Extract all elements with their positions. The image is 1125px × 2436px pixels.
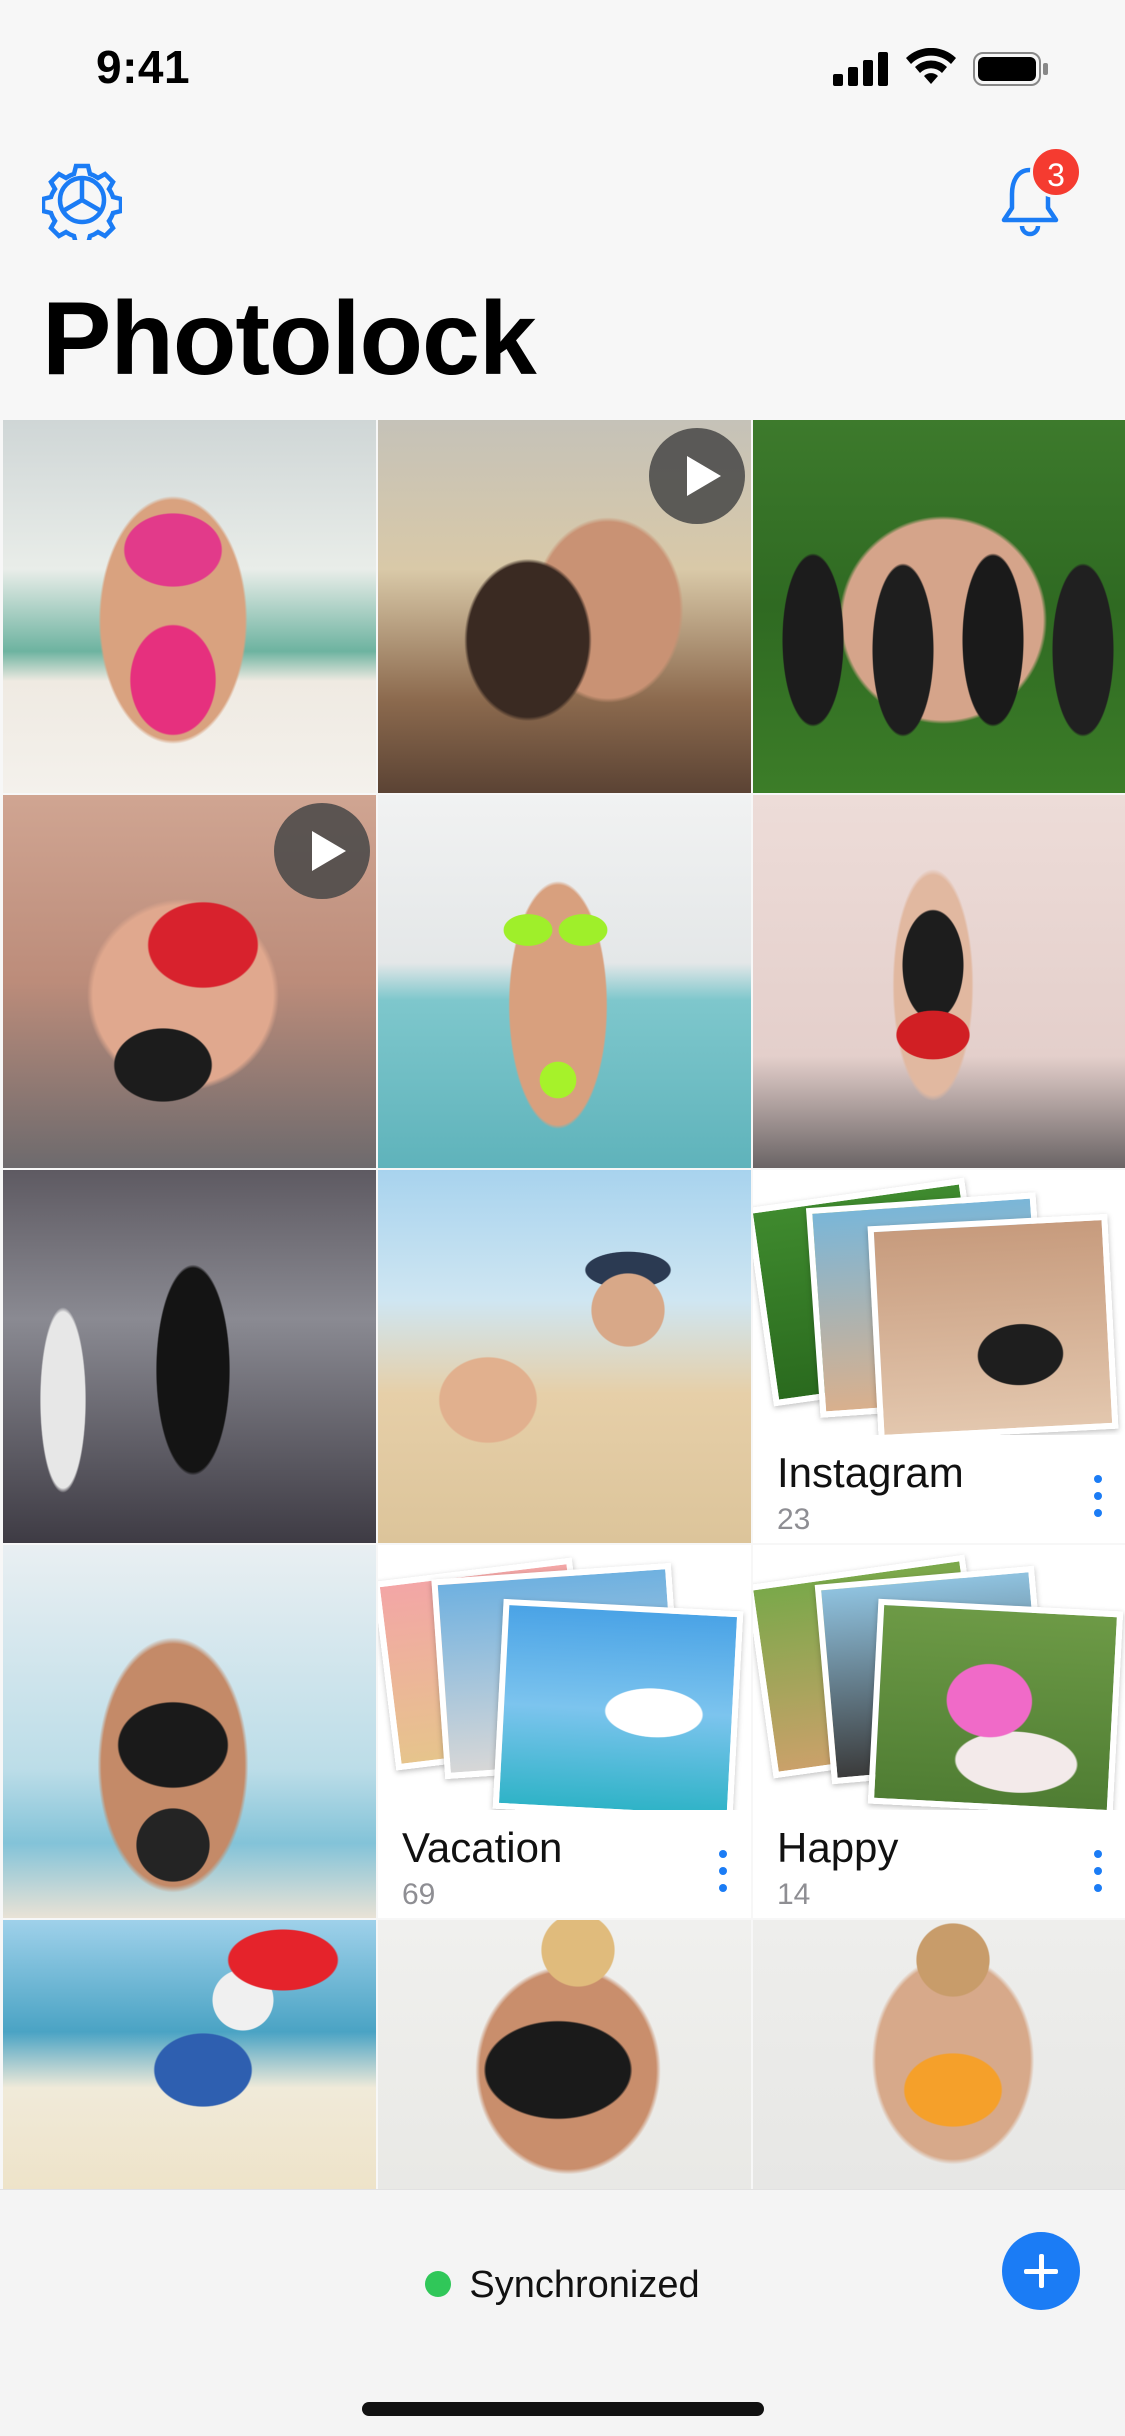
photo-woman-neon-bikini-pool bbox=[378, 795, 751, 1168]
album-cover-stack bbox=[378, 1545, 751, 1822]
notification-badge: 3 bbox=[1030, 146, 1082, 198]
album-cover-stack bbox=[753, 1170, 1125, 1442]
album-count: 23 bbox=[777, 1503, 811, 1536]
photo-tile[interactable] bbox=[378, 1920, 751, 2189]
video-tile[interactable] bbox=[378, 420, 751, 793]
photo-tile[interactable] bbox=[3, 420, 376, 793]
photo-woman-devil-costume bbox=[753, 795, 1125, 1168]
more-vertical-icon[interactable] bbox=[1094, 1850, 1104, 1894]
album-count: 69 bbox=[402, 1878, 436, 1911]
photo-tile[interactable] bbox=[378, 1170, 751, 1543]
more-vertical-icon[interactable] bbox=[719, 1850, 729, 1894]
status-icons bbox=[833, 48, 1083, 88]
album-name: Vacation bbox=[402, 1824, 563, 1871]
status-bar: 9:41 bbox=[0, 0, 1125, 132]
photo-grid: Instagram 23 Vacation 69 Happy 14 bbox=[0, 417, 1125, 2189]
battery-icon bbox=[973, 52, 1048, 86]
signal-icon bbox=[833, 52, 888, 86]
photo-dog-beach-chair bbox=[3, 1920, 376, 2189]
sync-status-dot bbox=[425, 2270, 452, 2297]
photo-woman-black-top bbox=[378, 1920, 751, 2189]
photo-woman-pink-bikini bbox=[3, 420, 376, 793]
gear-icon bbox=[40, 163, 124, 247]
photo-tile[interactable] bbox=[378, 795, 751, 1168]
album-info: Vacation 69 bbox=[378, 1810, 751, 1918]
bottom-bar: Synchronized bbox=[0, 2189, 1125, 2436]
photo-tile[interactable] bbox=[3, 1545, 376, 1918]
album-tile-vacation[interactable]: Vacation 69 bbox=[378, 1545, 751, 1918]
photo-couple-sand-beach bbox=[378, 1170, 751, 1543]
photo-woman-black-swimsuit-beach bbox=[3, 1545, 376, 1918]
album-name: Instagram bbox=[777, 1449, 964, 1496]
photo-tile[interactable] bbox=[753, 795, 1125, 1168]
wifi-icon bbox=[906, 48, 956, 84]
settings-button[interactable] bbox=[40, 160, 124, 247]
album-info: Instagram 23 bbox=[753, 1435, 1125, 1543]
page-title: Photolock bbox=[42, 281, 537, 397]
album-count: 14 bbox=[777, 1878, 811, 1911]
album-info: Happy 14 bbox=[753, 1810, 1125, 1918]
album-tile-happy[interactable]: Happy 14 bbox=[753, 1545, 1125, 1918]
photo-tile[interactable] bbox=[3, 1170, 376, 1543]
play-icon bbox=[274, 803, 370, 899]
photo-woman-orange-swimsuit bbox=[753, 1920, 1125, 2189]
album-cover-stack bbox=[753, 1545, 1125, 1817]
play-icon bbox=[649, 428, 745, 524]
photo-tile[interactable] bbox=[753, 420, 1125, 793]
more-vertical-icon[interactable] bbox=[1094, 1475, 1104, 1519]
album-tile-instagram[interactable]: Instagram 23 bbox=[753, 1170, 1125, 1543]
sync-status: Synchronized bbox=[0, 2264, 1125, 2307]
add-button[interactable] bbox=[1002, 2232, 1080, 2310]
photo-tile[interactable] bbox=[753, 1920, 1125, 2189]
home-indicator[interactable] bbox=[362, 2402, 764, 2416]
photo-woman-black-bodysuit-garage bbox=[3, 1170, 376, 1543]
album-name: Happy bbox=[777, 1824, 899, 1871]
status-time: 9:41 bbox=[96, 41, 191, 93]
photo-four-women-black-outfits bbox=[753, 420, 1125, 793]
video-tile[interactable] bbox=[3, 795, 376, 1168]
sync-status-label: Synchronized bbox=[469, 2264, 700, 2306]
photo-tile[interactable] bbox=[3, 1920, 376, 2189]
